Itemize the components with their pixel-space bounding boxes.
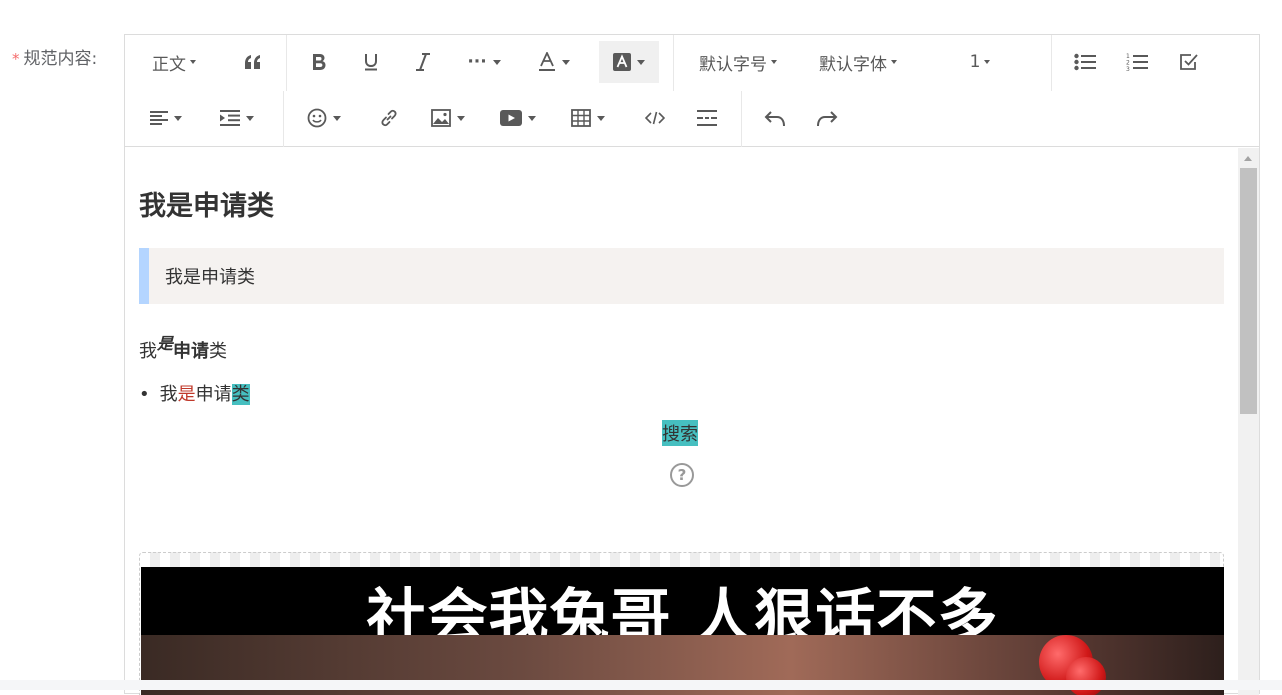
font-color-icon [539, 52, 555, 71]
insert-image-dropdown[interactable] [425, 97, 471, 139]
line-height-dropdown[interactable]: 1 [955, 41, 1005, 83]
numbered-list-button[interactable]: 123 [1119, 41, 1155, 83]
blockquote-text: 我是申请类 [165, 267, 255, 288]
text-normal-end: 类 [209, 341, 228, 362]
text-normal-mid: 申请 [195, 384, 232, 405]
indent-icon [220, 110, 240, 126]
undo-button[interactable] [757, 97, 793, 139]
chevron-down-icon [492, 59, 501, 65]
table-icon [571, 109, 591, 127]
field-label: * 规范内容: [12, 44, 97, 69]
toolbar-divider [283, 91, 284, 147]
image-icon [431, 109, 451, 127]
highlighted-search-text: 搜索 [662, 420, 698, 446]
font-family-dropdown[interactable]: 默认字体 [811, 41, 905, 83]
scroll-up-arrow-icon[interactable] [1244, 156, 1252, 161]
chevron-down-icon [528, 115, 536, 121]
content-mixed-format-paragraph: 我是申请类 [139, 330, 227, 363]
content-image[interactable]: 社会我兔哥 人狠话不多 [141, 567, 1224, 695]
insert-table-dropdown[interactable] [565, 97, 611, 139]
checkbox-icon [1180, 54, 1198, 70]
chevron-down-icon [984, 60, 991, 64]
quote-icon [245, 55, 260, 69]
numbered-list-icon: 123 [1126, 53, 1148, 72]
content-blockquote: 我是申请类 [139, 248, 1224, 304]
chevron-down-icon [562, 59, 570, 65]
chevron-down-icon [190, 60, 196, 64]
font-family-label: 默认字体 [819, 54, 887, 75]
chevron-down-icon [891, 60, 897, 64]
editor-toolbar: 正文 ··· 默认字号 默认字体 1 1 2 3 [125, 35, 1259, 147]
smiley-icon [307, 108, 327, 128]
horizontal-rule-icon [697, 110, 717, 126]
text-superscript-bold-italic: 是 [157, 334, 174, 353]
redo-button[interactable] [809, 97, 845, 139]
code-icon [645, 111, 665, 125]
text-bold: 申请 [173, 341, 210, 362]
vertical-scrollbar[interactable] [1238, 148, 1259, 695]
background-color-dropdown[interactable] [599, 41, 659, 83]
chevron-down-icon [457, 115, 465, 121]
required-mark: * [12, 50, 20, 68]
font-size-dropdown[interactable]: 默认字号 [691, 41, 785, 83]
page-bottom-strip [0, 680, 1282, 690]
code-block-button[interactable] [637, 97, 673, 139]
chevron-down-icon [333, 115, 341, 121]
svg-text:3: 3 [1126, 66, 1130, 72]
more-icon: ··· [467, 52, 487, 72]
chevron-down-icon [246, 115, 254, 121]
align-left-icon [150, 111, 168, 125]
emoji-dropdown[interactable] [301, 97, 347, 139]
text-highlighted: 类 [231, 384, 250, 405]
bulleted-list-icon [1074, 53, 1096, 71]
editor-content[interactable]: 我是申请类 我是申请类 我是申请类 • 我是申请类 搜索 ? 社会我兔哥 人狠话不… [125, 148, 1238, 695]
justify-dropdown[interactable] [143, 97, 189, 139]
insert-link-button[interactable] [371, 97, 407, 139]
redo-icon [817, 111, 838, 127]
todo-button[interactable] [1171, 41, 1207, 83]
content-list-item: • 我是申请类 [139, 380, 250, 406]
toolbar-divider [673, 35, 674, 91]
bold-icon [313, 54, 326, 70]
italic-icon [416, 53, 430, 71]
chevron-down-icon [637, 59, 645, 65]
undo-icon [764, 111, 785, 127]
rich-text-editor: 正文 ··· 默认字号 默认字体 1 1 2 3 我是申请类 我是申请类 我是申… [124, 34, 1260, 695]
question-circle-icon[interactable]: ? [670, 463, 694, 487]
underline-icon [365, 54, 377, 71]
text-normal: 我 [159, 384, 178, 405]
font-color-dropdown[interactable] [529, 41, 579, 83]
quote-button[interactable] [235, 41, 271, 83]
insert-video-dropdown[interactable] [495, 97, 541, 139]
toolbar-divider [286, 35, 287, 91]
underline-button[interactable] [353, 41, 389, 83]
form-item-spec-content: * 规范内容: 正文 ··· 默认字号 默认字体 1 1 2 3 我是申请类 我… [0, 0, 1282, 695]
paragraph-format-label: 正文 [152, 54, 186, 75]
field-label-text: 规范内容: [23, 49, 98, 69]
indent-dropdown[interactable] [213, 97, 261, 139]
paragraph-format-dropdown[interactable]: 正文 [139, 41, 209, 83]
content-heading: 我是申请类 [139, 191, 274, 222]
video-icon [500, 110, 522, 126]
italic-button[interactable] [405, 41, 441, 83]
more-format-dropdown[interactable]: ··· [459, 41, 509, 83]
text-normal: 我 [139, 341, 157, 362]
chevron-down-icon [174, 115, 182, 121]
divider-button[interactable] [689, 97, 725, 139]
text-red: 是 [177, 384, 196, 405]
bold-button[interactable] [301, 41, 337, 83]
background-color-icon [613, 53, 631, 71]
toolbar-divider [741, 91, 742, 147]
bulleted-list-button[interactable] [1067, 41, 1103, 83]
scrollbar-thumb[interactable] [1240, 168, 1257, 414]
font-size-label: 默认字号 [699, 54, 767, 75]
link-icon [381, 109, 397, 127]
line-height-label: 1 [969, 52, 981, 72]
help-glyph: ? [677, 466, 687, 484]
toolbar-divider [1051, 35, 1052, 91]
chevron-down-icon [597, 115, 605, 121]
bullet-marker: • [139, 384, 150, 405]
chevron-down-icon [771, 60, 777, 64]
